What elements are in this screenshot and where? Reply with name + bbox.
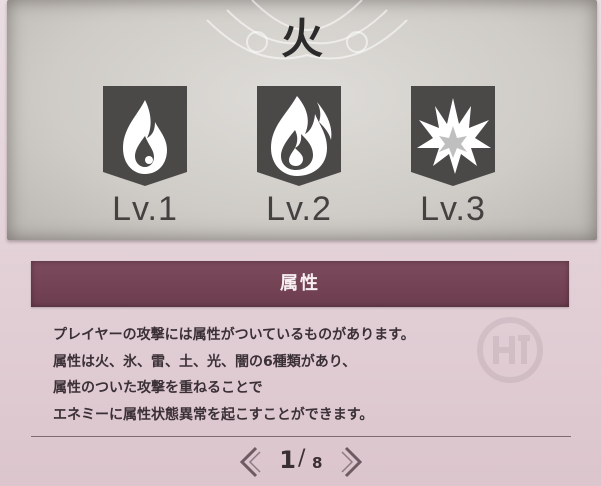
pagination: 1 / 8 — [0, 444, 601, 480]
level-1-badge — [103, 86, 187, 186]
explosion-lv3-icon — [411, 86, 495, 186]
chevron-left-icon — [239, 446, 261, 478]
page-separator: / — [298, 446, 306, 471]
description-text: プレイヤーの攻撃には属性がついているものがあります。 属性は火、氷、雷、土、光、… — [53, 322, 573, 428]
section-title: 属性 — [280, 273, 320, 294]
section-title-banner: 属性 — [31, 261, 569, 307]
previous-page-button[interactable] — [234, 444, 264, 480]
level-2-label: Lv.2 — [266, 190, 332, 228]
flame-lv1-icon — [103, 86, 187, 186]
chevron-right-icon — [341, 446, 363, 478]
next-page-button[interactable] — [338, 444, 368, 480]
level-1-label: Lv.1 — [112, 190, 178, 228]
description-line: プレイヤーの攻撃には属性がついているものがあります。 — [53, 327, 415, 343]
current-page: 1 — [279, 446, 296, 474]
element-info-panel: 火 Lv.1 Lv.2 Lv.3 — [7, 0, 597, 240]
description-line: エネミーに属性状態異常を起こすことができます。 — [53, 406, 374, 423]
description-line: 属性は火、氷、雷、土、光、闇の6種類があり、 — [53, 353, 357, 370]
level-2-badge — [257, 86, 341, 186]
description-line: 属性のついた攻撃を重ねることで — [53, 380, 263, 396]
total-pages: 8 — [312, 454, 323, 472]
level-3-badge — [411, 86, 495, 186]
divider-line — [31, 436, 571, 437]
element-title: 火 — [280, 14, 323, 63]
level-3-label: Lv.3 — [420, 190, 486, 228]
flame-lv2-icon — [257, 86, 341, 186]
